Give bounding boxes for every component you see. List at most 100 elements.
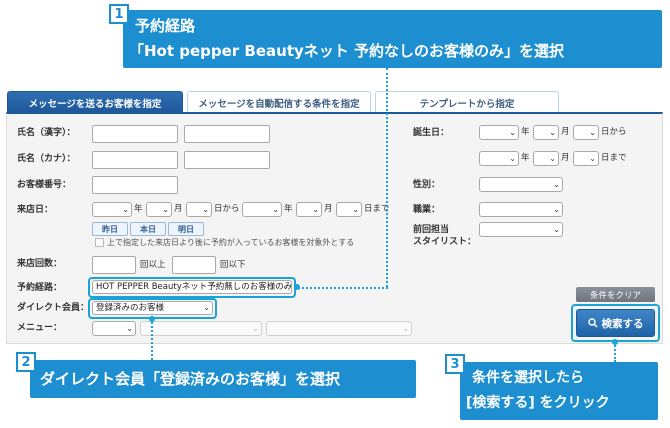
chevron-down-icon: ⌄ [509,154,516,163]
unit-month: 月 [561,127,570,137]
unit-year: 年 [284,204,293,214]
chevron-down-icon: ⌄ [549,154,556,163]
chevron-down-icon: ⌄ [553,180,560,189]
exclude-future-booking-checkbox[interactable] [95,238,104,247]
chevron-down-icon: ⌄ [162,205,169,214]
unit-count-max: 回以下 [220,260,246,270]
callout-step-3-line2: [検索する] をクリック [466,395,610,411]
birthday-from-day-select[interactable]: ⌄ [573,125,599,140]
label-last-stylist-1: 前回担当 [413,225,450,235]
chevron-down-icon: ⌄ [352,205,359,214]
unit-day-to: 日まで [601,153,627,163]
menu-sub-select[interactable]: ⌄ [140,321,262,336]
first-name-kana-input[interactable] [184,151,270,169]
chevron-down-icon: ⌄ [553,225,560,234]
chevron-down-icon: ⌄ [589,128,596,137]
chevron-down-icon: ⌄ [402,324,409,333]
label-visit-count: 来店回数： [17,259,63,269]
tab-from-template-label: テンプレートから指定 [419,98,515,110]
visit-to-year-select[interactable]: ⌄ [242,202,282,217]
yesterday-button[interactable]: 昨日 [92,222,128,236]
connector-step-3-vertical [614,342,616,362]
unit-year: 年 [521,153,530,163]
step-2-number: 2 [16,352,36,372]
birthday-to-day-select[interactable]: ⌄ [573,151,599,166]
route-highlight [88,277,296,298]
visit-to-month-select[interactable]: ⌄ [296,202,322,217]
search-button-highlight [571,304,660,342]
tab-specify-customers-label: メッセージを送るお客様を指定 [28,98,162,110]
menu-detail-select[interactable]: ⌄ [266,321,412,336]
visit-to-day-select[interactable]: ⌄ [336,202,362,217]
label-last-stylist-2: スタイリスト： [413,237,477,247]
today-button[interactable]: 本日 [130,222,166,236]
birthday-from-month-select[interactable]: ⌄ [533,125,559,140]
label-birthday: 誕生日： [413,128,450,138]
clear-conditions-button[interactable]: 条件をクリア [576,287,655,302]
tab-auto-delivery-conditions[interactable]: メッセージを自動配信する条件を指定 [187,91,371,113]
label-name-kana: 氏名（カナ）： [17,154,76,164]
callout-step-1: 予約経路 「Hot pepper Beautyネット 予約なしのお客様のみ」を選… [123,10,662,68]
unit-year: 年 [521,127,530,137]
chevron-down-icon: ⌄ [312,205,319,214]
visit-count-min-input[interactable] [92,256,136,274]
tomorrow-button[interactable]: 明日 [168,222,204,236]
birthday-from-year-select[interactable]: ⌄ [479,125,519,140]
label-occupation: 職業： [413,205,441,215]
chevron-down-icon: ⌄ [122,205,129,214]
step-3-number: 3 [445,354,465,374]
gender-select[interactable]: ⌄ [479,177,563,192]
label-direct-member: ダイレクト会員： [17,303,90,313]
visit-from-month-select[interactable]: ⌄ [146,202,172,217]
callout-step-3-line1: 条件を選択したら [472,370,584,386]
chevron-down-icon: ⌄ [509,128,516,137]
unit-day-from: 日から [601,127,627,137]
connector-step-2-vertical [151,319,153,360]
visit-count-max-input[interactable] [172,256,216,274]
visit-from-year-select[interactable]: ⌄ [92,202,132,217]
chevron-down-icon: ⌄ [589,154,596,163]
connector-step-1-dot [294,284,300,290]
unit-month: 月 [561,153,570,163]
step-1-number: 1 [109,4,129,24]
unit-day-from: 日から [214,204,240,214]
chevron-down-icon: ⌄ [126,324,133,333]
chevron-down-icon: ⌄ [553,205,560,214]
label-visit-date: 来店日： [17,205,54,215]
chevron-down-icon: ⌄ [202,205,209,214]
unit-month: 月 [174,204,183,214]
label-menu: メニュー： [17,323,63,333]
customer-number-input[interactable] [92,176,178,194]
chevron-down-icon: ⌄ [549,128,556,137]
callout-step-1-line1: 予約経路 [135,17,196,35]
callout-step-3: 条件を選択したら [検索する] をクリック [460,362,658,420]
last-name-kanji-input[interactable] [92,125,178,143]
label-name-kanji: 氏名（漢字）： [17,128,76,138]
tab-auto-delivery-label: メッセージを自動配信する条件を指定 [198,98,360,110]
last-stylist-select[interactable]: ⌄ [479,222,563,237]
chevron-down-icon: ⌄ [272,205,279,214]
label-gender: 性別： [413,180,441,190]
unit-count-min: 回以上 [140,260,166,270]
unit-year: 年 [134,204,143,214]
connector-step-3-dot [612,339,618,345]
exclude-future-booking-label: 上で指定した来店日より後に予約が入っているお客様を対象外とする [107,238,355,247]
label-customer-number: お客様番号： [17,180,72,190]
chevron-down-icon: ⌄ [252,324,259,333]
menu-category-select[interactable]: ⌄ [92,321,136,336]
visit-from-day-select[interactable]: ⌄ [186,202,212,217]
occupation-select[interactable]: ⌄ [479,202,563,217]
connector-step-1-vertical [386,68,388,287]
last-name-kana-input[interactable] [92,151,178,169]
first-name-kanji-input[interactable] [184,125,270,143]
tab-specify-customers[interactable]: メッセージを送るお客様を指定 [7,91,183,113]
tab-from-template[interactable]: テンプレートから指定 [375,91,559,113]
connector-step-2-dot [149,316,155,322]
unit-month: 月 [324,204,333,214]
callout-step-2: ダイレクト会員「登録済みのお客様」を選択 [30,360,416,398]
birthday-to-year-select[interactable]: ⌄ [479,151,519,166]
callout-step-2-text: ダイレクト会員「登録済みのお客様」を選択 [40,370,341,388]
birthday-to-month-select[interactable]: ⌄ [533,151,559,166]
label-booking-route: 予約経路： [17,283,63,293]
connector-step-1-horizontal [298,287,388,289]
